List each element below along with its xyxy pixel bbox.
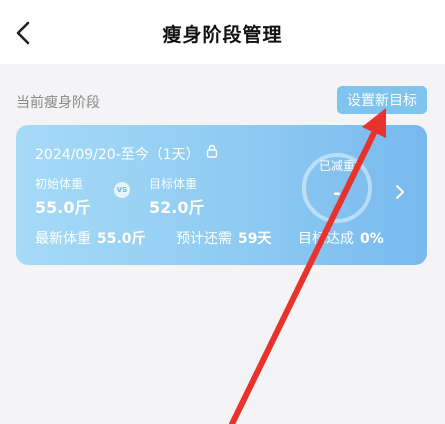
- section-label: 当前瘦身阶段: [16, 95, 100, 111]
- latest-weight-value: 55.0斤: [97, 231, 146, 247]
- page-title: 瘦身阶段管理: [162, 24, 283, 46]
- set-new-goal-button[interactable]: 设置新目标: [337, 86, 427, 114]
- remaining-days: 预计还需 59天: [176, 228, 271, 248]
- target-weight-label: 目标体重: [149, 177, 198, 191]
- ring-value: -: [333, 183, 341, 204]
- latest-weight: 最新体重 55.0斤: [35, 228, 146, 248]
- initial-weight-value: 55.0斤: [35, 198, 91, 217]
- latest-weight-label: 最新体重: [35, 231, 91, 247]
- target-weight-value: 52.0斤: [149, 198, 205, 217]
- stage-card[interactable]: 2024/09/20-至今（1天） 初始体重 55.0斤 VS 目标体重 52.…: [16, 125, 427, 265]
- goal-value: 0%: [360, 231, 384, 247]
- ring-label: 已减重: [318, 159, 355, 173]
- goal-label: 目标达成: [298, 231, 354, 247]
- vs-badge: VS: [114, 182, 130, 198]
- initial-weight-label: 初始体重: [35, 177, 84, 191]
- goal-progress: 目标达成 0%: [298, 228, 384, 248]
- nav-bar: 瘦身阶段管理: [0, 0, 445, 64]
- lock-icon: [206, 144, 218, 158]
- remaining-value: 59天: [238, 231, 272, 247]
- remaining-label: 预计还需: [176, 231, 232, 247]
- date-range: 2024/09/20-至今（1天）: [35, 147, 200, 163]
- chevron-right-icon[interactable]: [394, 183, 406, 201]
